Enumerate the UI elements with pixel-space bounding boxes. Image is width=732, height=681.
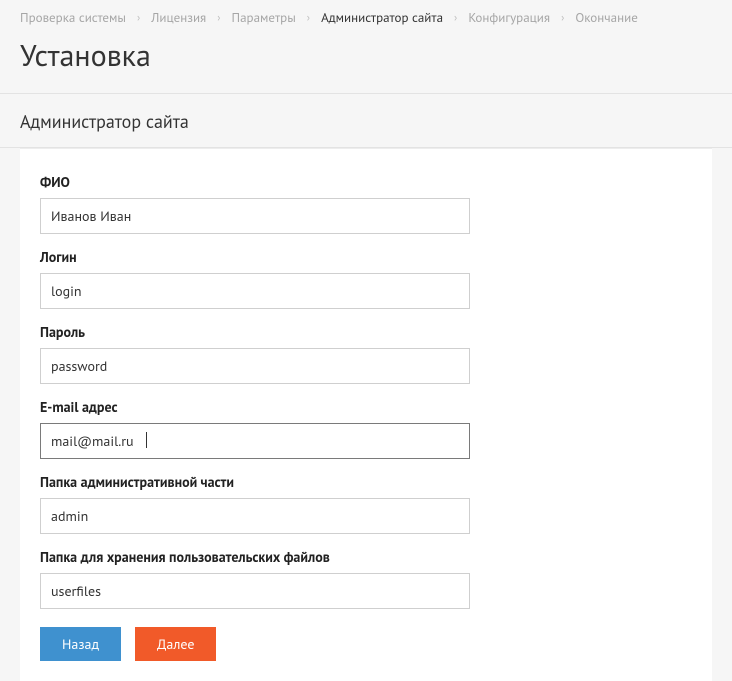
breadcrumb: Проверка системы › Лицензия › Параметры … <box>0 0 732 32</box>
admin-folder-label: Папка административной части <box>40 473 692 491</box>
password-label: Пароль <box>40 323 692 341</box>
section-title: Администратор сайта <box>0 94 732 148</box>
email-input[interactable] <box>40 423 470 459</box>
breadcrumb-step-parameters[interactable]: Параметры <box>232 9 296 26</box>
fullname-input[interactable] <box>40 198 470 234</box>
page-title: Установка <box>0 32 732 94</box>
chevron-right-icon: › <box>217 11 220 25</box>
password-input[interactable] <box>40 348 470 384</box>
breadcrumb-step-finish[interactable]: Окончание <box>575 9 638 26</box>
admin-folder-input[interactable] <box>40 498 470 534</box>
breadcrumb-step-configuration[interactable]: Конфигурация <box>468 9 550 26</box>
login-input[interactable] <box>40 273 470 309</box>
field-group-fullname: ФИО <box>40 173 692 234</box>
next-button[interactable]: Далее <box>135 627 216 661</box>
breadcrumb-step-license[interactable]: Лицензия <box>151 9 206 26</box>
field-group-email: E-mail адрес <box>40 398 692 459</box>
email-label: E-mail адрес <box>40 398 692 416</box>
field-group-login: Логин <box>40 248 692 309</box>
button-row: Назад Далее <box>40 627 692 661</box>
chevron-right-icon: › <box>307 11 310 25</box>
chevron-right-icon: › <box>454 11 457 25</box>
chevron-right-icon: › <box>561 11 564 25</box>
login-label: Логин <box>40 248 692 266</box>
back-button[interactable]: Назад <box>40 627 121 661</box>
userfiles-folder-label: Папка для хранения пользовательских файл… <box>40 548 692 566</box>
chevron-right-icon: › <box>137 11 140 25</box>
breadcrumb-step-system-check[interactable]: Проверка системы <box>20 9 126 26</box>
field-group-userfiles-folder: Папка для хранения пользовательских файл… <box>40 548 692 609</box>
field-group-password: Пароль <box>40 323 692 384</box>
field-group-admin-folder: Папка административной части <box>40 473 692 534</box>
userfiles-folder-input[interactable] <box>40 573 470 609</box>
breadcrumb-step-site-admin[interactable]: Администратор сайта <box>321 9 443 26</box>
fullname-label: ФИО <box>40 173 692 191</box>
form-panel: ФИО Логин Пароль E-mail адрес Папка адми… <box>20 148 712 681</box>
